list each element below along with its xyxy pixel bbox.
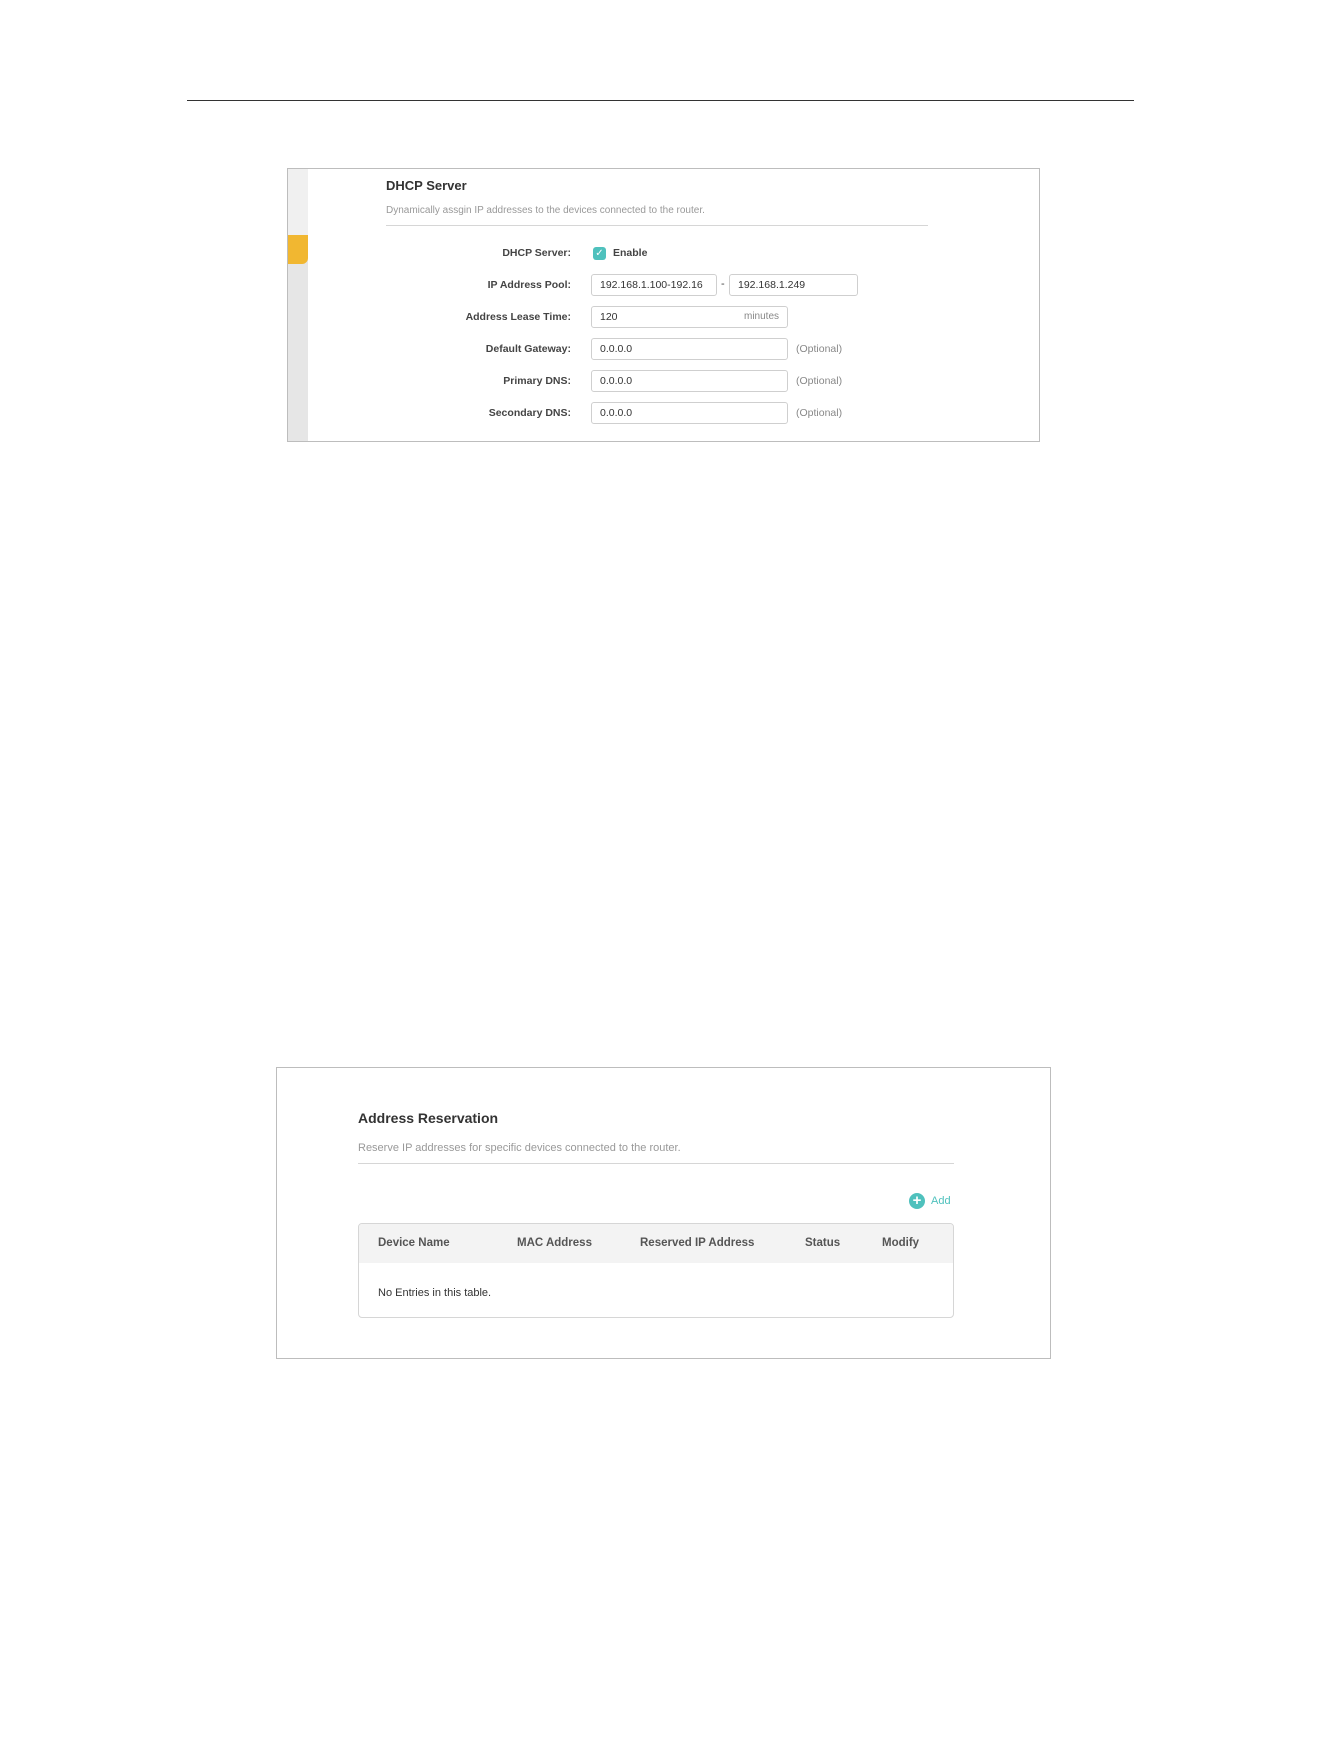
ip-pool-separator: - [721, 278, 725, 290]
default-gateway-row: Default Gateway: 0.0.0.0 (Optional) [288, 338, 1039, 360]
enable-checkbox[interactable]: ✓ [593, 247, 606, 260]
dhcp-server-label: DHCP Server: [502, 247, 571, 259]
optional-hint: (Optional) [796, 343, 843, 355]
primary-dns-input[interactable]: 0.0.0.0 [591, 370, 788, 392]
default-gateway-input[interactable]: 0.0.0.0 [591, 338, 788, 360]
secondary-dns-row: Secondary DNS: 0.0.0.0 (Optional) [288, 402, 1039, 424]
dhcp-server-panel: DHCP Server Dynamically assgin IP addres… [287, 168, 1040, 442]
column-status: Status [805, 1237, 841, 1249]
lease-time-label: Address Lease Time: [465, 311, 571, 323]
page-header-rule [187, 100, 1134, 101]
column-mac-address: MAC Address [517, 1237, 592, 1249]
lease-time-unit: minutes [743, 311, 779, 322]
sidebar-menu-strip [288, 169, 308, 441]
column-modify: Modify [882, 1237, 920, 1249]
secondary-dns-label: Secondary DNS: [488, 407, 571, 419]
empty-table-message: No Entries in this table. [378, 1287, 492, 1299]
table-header: Device Name MAC Address Reserved IP Addr… [359, 1224, 953, 1263]
ip-pool-start-input[interactable]: 192.168.1.100-192.16 [591, 274, 717, 296]
sidebar-menu-item[interactable] [288, 169, 308, 235]
section-title: Address Reservation [358, 1110, 499, 1126]
secondary-dns-input[interactable]: 0.0.0.0 [591, 402, 788, 424]
section-divider [386, 225, 928, 226]
enable-label[interactable]: Enable [613, 247, 647, 259]
dhcp-server-row: DHCP Server: ✓ Enable [288, 242, 1039, 264]
address-reservation-panel: Address Reservation Reserve IP addresses… [276, 1067, 1051, 1359]
lease-time-value: 120 [600, 311, 618, 323]
lease-time-row: Address Lease Time: 120 minutes [288, 306, 1039, 328]
optional-hint: (Optional) [796, 375, 843, 387]
default-gateway-label: Default Gateway: [485, 343, 571, 355]
ip-pool-label: IP Address Pool: [487, 279, 571, 291]
add-button[interactable]: + Add [909, 1192, 951, 1210]
lease-time-input[interactable]: 120 minutes [591, 306, 788, 328]
section-divider [358, 1163, 954, 1164]
primary-dns-label: Primary DNS: [503, 375, 571, 387]
section-subtitle: Reserve IP addresses for specific device… [358, 1142, 681, 1154]
section-title: DHCP Server [386, 178, 467, 193]
optional-hint: (Optional) [796, 407, 843, 419]
ip-pool-end-input[interactable]: 192.168.1.249 [729, 274, 858, 296]
column-device-name: Device Name [378, 1237, 450, 1249]
primary-dns-row: Primary DNS: 0.0.0.0 (Optional) [288, 370, 1039, 392]
section-subtitle: Dynamically assgin IP addresses to the d… [386, 205, 705, 216]
add-label: Add [931, 1195, 951, 1207]
column-reserved-ip: Reserved IP Address [640, 1237, 755, 1249]
reservation-table: Device Name MAC Address Reserved IP Addr… [358, 1223, 954, 1318]
plus-circle-icon: + [909, 1193, 925, 1209]
ip-pool-row: IP Address Pool: 192.168.1.100-192.16 - … [288, 274, 1039, 296]
